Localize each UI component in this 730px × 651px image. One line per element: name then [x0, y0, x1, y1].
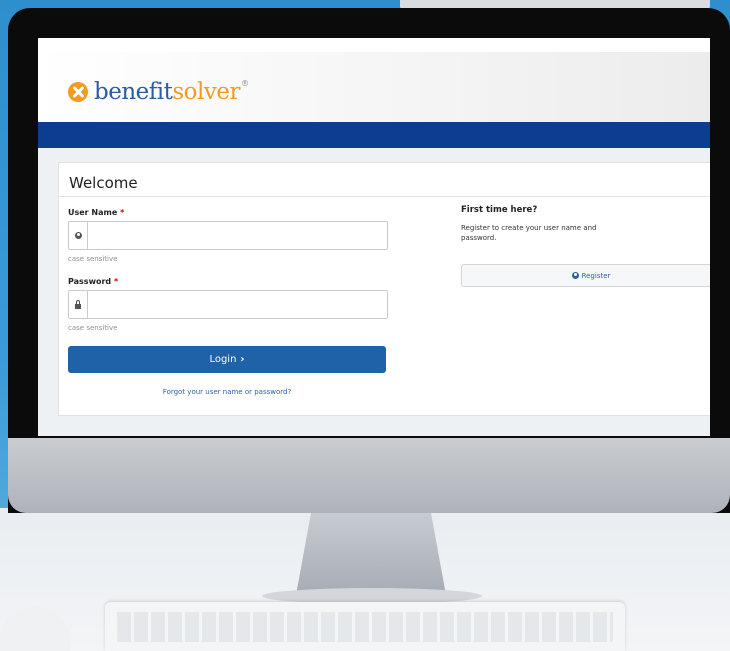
required-marker: * [120, 208, 125, 217]
browser-top-strip [38, 38, 710, 53]
site-header: benefitsolver® [38, 52, 710, 122]
lock-icon [69, 291, 88, 318]
brand-logo[interactable]: benefitsolver® [68, 79, 249, 105]
benefitsolver-logo-icon [68, 82, 88, 102]
keyboard-keys [117, 612, 613, 642]
desk-mouse [0, 606, 70, 651]
monitor-chin [8, 438, 730, 513]
required-marker: * [113, 277, 119, 286]
trademark: ® [240, 79, 249, 88]
register-button[interactable]: Register [461, 264, 710, 287]
nav-bar [38, 122, 710, 148]
brand-name: benefitsolver® [94, 79, 249, 105]
username-input[interactable] [89, 224, 385, 247]
username-label: User Name * [68, 208, 124, 217]
forgot-credentials-link[interactable]: Forgot your user name or password? [68, 388, 386, 396]
monitor-stand [296, 513, 446, 595]
login-button[interactable]: Login › [68, 346, 386, 373]
card-divider [59, 196, 710, 197]
first-time-title: First time here? [461, 205, 538, 215]
register-description: Register to create your user name and pa… [461, 224, 597, 242]
chevron-right-icon: › [240, 354, 245, 365]
user-circle-icon [571, 272, 579, 279]
brand-name-part1: benefit [94, 79, 173, 105]
login-label: Login [209, 354, 237, 365]
desk-keyboard [105, 602, 625, 651]
screen: benefitsolver® Welcome User Name * case … [38, 38, 710, 436]
password-input[interactable] [89, 293, 385, 316]
username-field[interactable] [68, 221, 388, 250]
brand-name-part2: solver [172, 79, 240, 105]
password-label: Password * [68, 277, 118, 286]
username-label-text: User Name [68, 208, 118, 217]
password-field[interactable] [68, 290, 388, 319]
welcome-card: Welcome User Name * case sensitive Passw… [58, 162, 710, 416]
user-icon [69, 222, 88, 249]
register-label: Register [581, 271, 611, 280]
username-hint: case sensitive [68, 255, 118, 263]
password-hint: case sensitive [68, 324, 118, 332]
card-title: Welcome [69, 174, 138, 192]
password-label-text: Password [68, 277, 112, 286]
